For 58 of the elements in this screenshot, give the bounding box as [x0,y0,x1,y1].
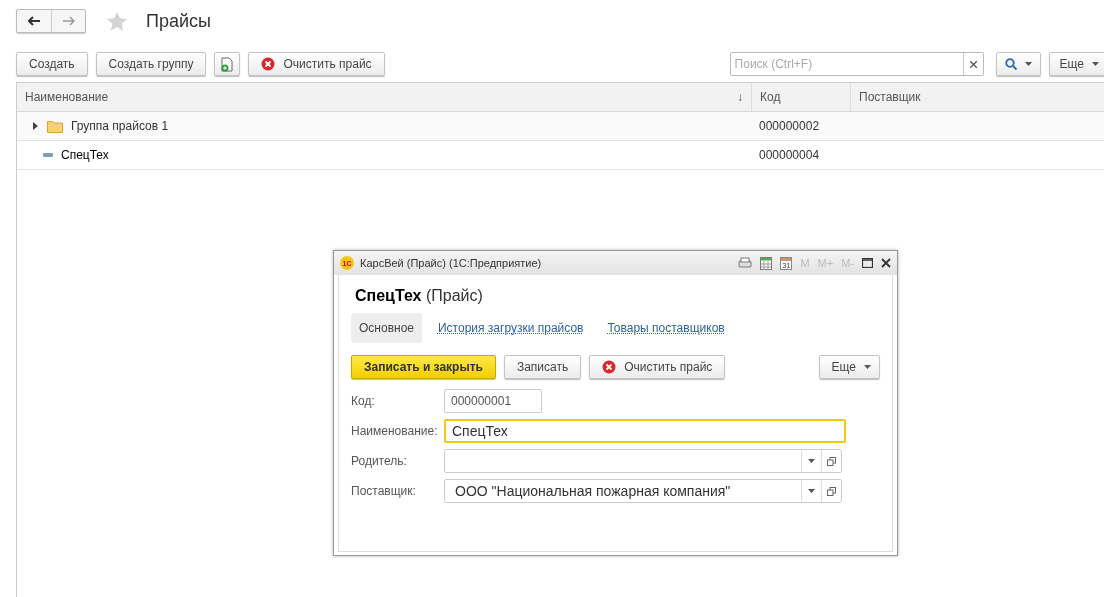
name-cell: Группа прайсов 1 [71,119,169,133]
name-cell: СпецТех [61,148,109,162]
toolbar-button[interactable]: Создать группу [95,52,207,76]
caret-icon [1092,62,1099,66]
select-field[interactable]: ООО "Национальная пожарная компания" [444,479,842,503]
left-arrow-icon [28,16,40,26]
caret-icon [808,489,815,493]
form-heading: СпецТех (Прайс) [354,286,484,306]
field-label: Наименование: [351,424,439,438]
column-header[interactable]: Код [760,90,781,104]
clear-price-button[interactable]: Очистить прайс [589,355,726,379]
field-label: Код: [351,394,376,408]
open-button[interactable] [821,450,841,472]
right-arrow-icon [62,16,75,26]
window-title: КарсВей (Прайс) (1С:Предприятие) [360,257,542,269]
code-cell: 000000004 [759,148,820,162]
add-document-icon [221,56,234,72]
more-button[interactable]: Еще [1048,52,1104,76]
form-tab[interactable]: История загрузки прайсов [430,313,592,343]
clear-icon [602,360,617,374]
caret-icon [864,365,871,369]
clear-search-button[interactable] [962,53,983,75]
search-button[interactable] [995,52,1041,76]
sort-mark: ↓ [737,90,743,104]
clear-price-button[interactable]: Очистить прайс [248,52,385,76]
caret-icon [808,459,815,463]
printer-icon[interactable] [738,257,753,269]
add-file-button[interactable] [214,52,241,76]
code-cell: 000000002 [759,119,820,133]
field-label: Родитель: [351,454,408,468]
field-label: Поставщик: [351,484,417,498]
form-tab[interactable]: Основное [351,313,422,343]
item-icon [43,153,53,157]
column-header[interactable]: Наименование [25,90,109,104]
more-button[interactable]: Еще [818,355,880,379]
close-icon [969,61,977,68]
open-window-icon [827,486,836,496]
clear-icon [261,57,276,71]
star-icon[interactable] [106,10,128,32]
input-field[interactable]: СпецТех [444,419,846,443]
toolbar-button[interactable]: Создать [16,52,88,76]
form-tab[interactable]: Товары поставщиков [599,313,733,343]
search-box[interactable]: Поиск (Ctrl+F) [729,52,984,76]
column-header[interactable]: Поставщик [859,90,921,104]
maximize-icon[interactable] [862,258,873,268]
open-button[interactable] [821,480,841,502]
caret-icon [1024,62,1032,66]
select-field[interactable] [444,449,842,473]
input-field[interactable]: 000000001 [444,389,542,413]
expand-toggle-icon[interactable] [31,122,39,130]
search-icon [1004,58,1017,70]
save-and-close-button[interactable]: Записать и закрыть [351,355,496,379]
open-window-icon [827,456,836,466]
close-icon[interactable] [881,258,891,268]
page-title: Прайсы [146,10,211,32]
folder-icon [47,119,63,133]
save-button[interactable]: Записать [503,355,582,379]
spreadsheet-icon[interactable] [760,256,773,270]
